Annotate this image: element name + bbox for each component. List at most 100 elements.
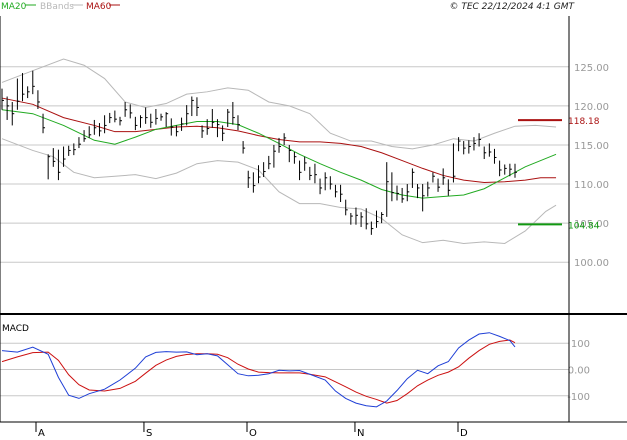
price-bar bbox=[304, 156, 307, 171]
price-bar bbox=[227, 109, 230, 127]
price-bar bbox=[124, 101, 128, 117]
price-bar bbox=[129, 104, 133, 119]
price-bar bbox=[334, 184, 338, 198]
price-bar bbox=[134, 116, 138, 131]
price-tick-label: 120.00 bbox=[574, 102, 609, 113]
price-bar bbox=[47, 154, 51, 180]
month-label: S bbox=[146, 428, 152, 439]
price-bar bbox=[355, 207, 358, 225]
macd-panel-title: MACD bbox=[2, 324, 29, 334]
price-bar bbox=[396, 185, 400, 201]
macd-panel: 100 0.00 -100 bbox=[0, 332, 590, 408]
legend-ma60-label: MA60 bbox=[86, 2, 112, 12]
price-bar bbox=[340, 184, 343, 203]
price-bar bbox=[1, 88, 4, 110]
price-bar bbox=[299, 160, 302, 181]
price-bar bbox=[452, 143, 456, 183]
price-bar bbox=[437, 178, 441, 192]
price-bar bbox=[114, 110, 117, 123]
price-bar bbox=[196, 97, 199, 117]
price-bar bbox=[447, 179, 451, 196]
price-bar bbox=[493, 148, 497, 164]
price-bar bbox=[514, 163, 517, 178]
price-bar bbox=[273, 144, 276, 168]
price-bar bbox=[181, 117, 184, 131]
price-bar bbox=[186, 105, 189, 126]
price-bar bbox=[417, 184, 420, 199]
price-bar bbox=[283, 133, 287, 145]
macd-tick-label: -100 bbox=[567, 392, 590, 403]
price-bar bbox=[468, 140, 471, 154]
price-marker-label: 118.18 bbox=[568, 117, 600, 127]
price-bar bbox=[155, 109, 158, 125]
price-bar bbox=[411, 168, 415, 188]
price-bar bbox=[32, 70, 35, 95]
price-bar bbox=[314, 163, 317, 184]
stock-chart: 100.00 105.00 110.00 115.00 120.00 125.00 118… bbox=[0, 0, 627, 440]
price-bar bbox=[237, 115, 240, 131]
chart-canvas: 100.00105.00110.00115.00120.00125.00 118… bbox=[0, 0, 627, 439]
month-label: D bbox=[460, 428, 468, 439]
price-bar bbox=[432, 172, 435, 183]
price-bar bbox=[406, 184, 410, 202]
price-bar bbox=[57, 149, 61, 181]
price-bar bbox=[324, 172, 328, 191]
bbands-lower-line bbox=[1, 138, 557, 244]
price-bar bbox=[78, 137, 81, 149]
price-marker-label: 104.84 bbox=[568, 221, 600, 231]
macd-tick-label: 100 bbox=[571, 339, 590, 350]
price-bar bbox=[442, 168, 446, 185]
price-panel: 118.18 104.84 bbox=[1, 58, 600, 244]
price-bar bbox=[288, 144, 292, 163]
price-bar bbox=[104, 115, 107, 134]
price-bar bbox=[98, 123, 102, 137]
price-bar bbox=[93, 119, 97, 135]
price-bar bbox=[391, 172, 394, 202]
price-bar bbox=[483, 146, 487, 160]
price-bar bbox=[22, 73, 25, 102]
price-bar bbox=[160, 113, 164, 121]
price-bar bbox=[258, 165, 261, 184]
price-bar bbox=[211, 109, 215, 128]
price-bar bbox=[499, 160, 502, 177]
price-bar bbox=[16, 78, 20, 110]
price-bar bbox=[263, 162, 266, 178]
price-bar bbox=[109, 112, 112, 124]
legend: MA20 BBands MA60 bbox=[1, 0, 120, 12]
price-bar bbox=[242, 141, 246, 154]
price-bar bbox=[6, 96, 10, 120]
price-bar bbox=[329, 176, 333, 190]
price-bar bbox=[375, 210, 379, 228]
price-tick-label: 125.00 bbox=[574, 63, 609, 74]
price-bar bbox=[63, 146, 66, 167]
price-bar bbox=[119, 116, 122, 126]
price-bar bbox=[232, 101, 235, 125]
price-bar bbox=[386, 162, 389, 217]
month-label: O bbox=[249, 428, 257, 439]
price-tick-label: 100.00 bbox=[574, 258, 609, 269]
price-bar bbox=[293, 151, 297, 164]
legend-bbands-label: BBands bbox=[40, 2, 74, 12]
price-bar bbox=[268, 155, 271, 170]
price-bar bbox=[473, 137, 476, 151]
price-tick-label: 115.00 bbox=[574, 141, 609, 152]
price-bar bbox=[42, 113, 46, 134]
price-bar bbox=[252, 172, 256, 193]
price-bar bbox=[201, 125, 205, 138]
price-bar bbox=[360, 212, 364, 228]
price-bar bbox=[504, 164, 507, 175]
price-bar bbox=[319, 178, 323, 195]
price-bar bbox=[463, 141, 466, 155]
price-bar bbox=[165, 112, 169, 127]
price-bar bbox=[88, 126, 92, 138]
price-bar bbox=[150, 113, 153, 128]
copyright-label: © TEC 22/12/2024 4:1 GMT bbox=[449, 2, 575, 12]
month-label: A bbox=[38, 428, 45, 439]
macd-tick-label: 0.00 bbox=[568, 366, 590, 377]
price-bar bbox=[68, 145, 71, 156]
price-tick-label: 110.00 bbox=[574, 180, 609, 191]
price-bar bbox=[247, 170, 251, 188]
price-bar bbox=[145, 107, 148, 124]
price-bar bbox=[222, 125, 225, 142]
macd-signal-line bbox=[1, 339, 516, 404]
